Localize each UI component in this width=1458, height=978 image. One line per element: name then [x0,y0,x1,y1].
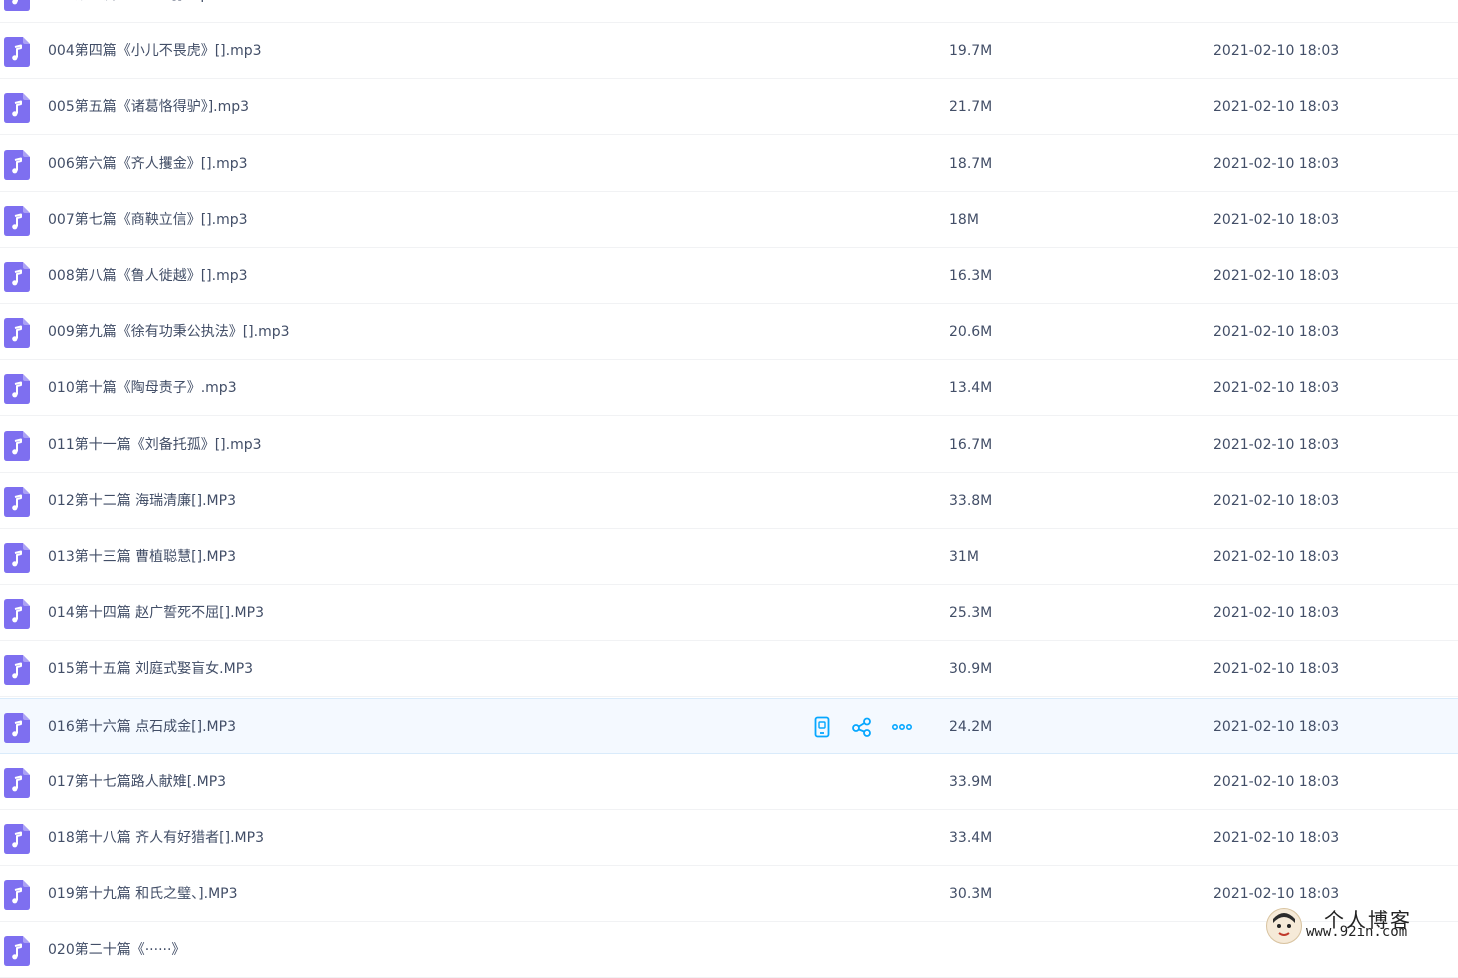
file-row[interactable]: 005第五篇《诸葛恪得驴》].mp3 21.7M 2021-02-10 18:03 [0,79,1458,135]
file-row[interactable]: 003第三篇《······》[].mp3 19.7M 2021-02-10 18:0… [0,0,1458,23]
audio-file-icon [4,37,30,67]
file-row[interactable]: 012第十二篇 海瑞清廉[].MP3 33.8M 2021-02-10 18:03 [0,473,1458,529]
audio-file-icon [4,0,30,11]
file-size: 19.7M [949,43,993,59]
file-modified-date: 2021-02-10 18:03 [1213,605,1340,621]
file-name[interactable]: 011第十一篇《刘备托孤》[].mp3 [48,417,262,473]
file-row[interactable]: 013第十三篇 曹植聪慧[].MP3 31M 2021-02-10 18:03 [0,529,1458,585]
file-name[interactable]: 019第十九篇 和氏之璧、].MP3 [48,866,238,922]
file-size: 19.7M [949,0,992,23]
file-name[interactable]: 012第十二篇 海瑞清廉[].MP3 [48,473,236,529]
file-size: 16.7M [949,437,993,453]
file-modified-date: 2021-02-10 18:03 [1213,830,1340,846]
file-row[interactable]: 009第九篇《徐有功秉公执法》[].mp3 20.6M 2021-02-10 18:… [0,304,1458,360]
file-row[interactable]: 019第十九篇 和氏之璧、].MP3 30.3M 2021-02-10 18:03 [0,866,1458,922]
file-row[interactable]: 017第十七篇路人献雉[.MP3 33.9M 2021-02-10 18:03 [0,754,1458,810]
file-name[interactable]: 017第十七篇路人献雉[.MP3 [48,754,226,810]
file-size: 30.9M [949,661,993,677]
audio-file-icon [4,713,30,743]
file-size: 13.4M [949,380,993,396]
file-modified-date: 2021-02-10 18:03 [1213,661,1340,677]
audio-file-icon [4,936,30,966]
file-modified-date: 2021-02-10 18:03 [1213,0,1339,23]
file-size: 18.7M [949,156,993,172]
watermark: 个人博客 www.92in.com [1264,906,1454,946]
file-row[interactable]: 020第二十篇《······》 [0,922,1458,978]
file-name[interactable]: 004第四篇《小儿不畏虎》[].mp3 [48,23,262,79]
file-name[interactable]: 009第九篇《徐有功秉公执法》[].mp3 [48,304,290,360]
audio-file-icon [4,150,30,180]
watermark-url: www.92in.com [1306,924,1408,940]
file-modified-date: 2021-02-10 18:03 [1213,380,1340,396]
file-name[interactable]: 010第十篇《陶母责子》.mp3 [48,360,237,416]
audio-file-icon [4,599,30,629]
phone-icon[interactable] [810,715,834,739]
file-row[interactable]: 006第六篇《齐人攫金》[].mp3 18.7M 2021-02-10 18:03 [0,136,1458,192]
file-name[interactable]: 006第六篇《齐人攫金》[].mp3 [48,136,248,192]
audio-file-icon [4,543,30,573]
file-modified-date: 2021-02-10 18:03 [1213,324,1340,340]
file-modified-date: 2021-02-10 18:03 [1213,99,1340,115]
file-name[interactable]: 007第七篇《商鞅立信》[].mp3 [48,192,248,248]
more-icon[interactable] [890,715,914,739]
audio-file-icon [4,768,30,798]
file-size: 31M [949,549,979,565]
file-name[interactable]: 003第三篇《······》[].mp3 [48,0,218,23]
file-name[interactable]: 014第十四篇 赵广誓死不屈[].MP3 [48,585,264,641]
file-modified-date: 2021-02-10 18:03 [1213,43,1340,59]
file-row[interactable]: 016第十六篇 点石成金[].MP3 24.2M 2021-02-10 18:03 [0,698,1458,754]
file-name[interactable]: 020第二十篇《······》 [48,922,185,978]
file-modified-date: 2021-02-10 18:03 [1213,493,1340,509]
file-modified-date: 2021-02-10 18:03 [1213,156,1340,172]
file-name[interactable]: 008第八篇《鲁人徙越》[].mp3 [48,248,248,304]
audio-file-icon [4,93,30,123]
file-name[interactable]: 018第十八篇 齐人有好猎者[].MP3 [48,810,264,866]
audio-file-icon [4,824,30,854]
file-row[interactable]: 015第十五篇 刘庭式娶盲女.MP3 30.9M 2021-02-10 18:03 [0,641,1458,697]
file-modified-date: 2021-02-10 18:03 [1213,212,1340,228]
file-name[interactable]: 005第五篇《诸葛恪得驴》].mp3 [48,79,249,135]
file-row[interactable]: 008第八篇《鲁人徙越》[].mp3 16.3M 2021-02-10 18:03 [0,248,1458,304]
watermark-avatar [1266,908,1302,944]
file-name[interactable]: 016第十六篇 点石成金[].MP3 [48,699,236,755]
file-modified-date: 2021-02-10 18:03 [1213,549,1340,565]
audio-file-icon [4,655,30,685]
file-size: 33.9M [949,774,993,790]
file-name[interactable]: 013第十三篇 曹植聪慧[].MP3 [48,529,236,585]
file-modified-date: 2021-02-10 18:03 [1213,719,1340,735]
file-row[interactable]: 010第十篇《陶母责子》.mp3 13.4M 2021-02-10 18:03 [0,360,1458,416]
share-icon[interactable] [850,715,874,739]
file-row[interactable]: 018第十八篇 齐人有好猎者[].MP3 33.4M 2021-02-10 18:0… [0,810,1458,866]
audio-file-icon [4,487,30,517]
file-size: 16.3M [949,268,993,284]
audio-file-icon [4,262,30,292]
file-modified-date: 2021-02-10 18:03 [1213,774,1340,790]
audio-file-icon [4,206,30,236]
audio-file-icon [4,431,30,461]
file-size: 24.2M [949,719,993,735]
file-size: 33.4M [949,830,993,846]
file-size: 18M [949,212,979,228]
audio-file-icon [4,318,30,348]
file-size: 21.7M [949,99,993,115]
file-row[interactable]: 011第十一篇《刘备托孤》[].mp3 16.7M 2021-02-10 18:03 [0,417,1458,473]
file-row[interactable]: 004第四篇《小儿不畏虎》[].mp3 19.7M 2021-02-10 18:03 [0,23,1458,79]
file-size: 25.3M [949,605,993,621]
file-row[interactable]: 014第十四篇 赵广誓死不屈[].MP3 25.3M 2021-02-10 18:0… [0,585,1458,641]
audio-file-icon [4,374,30,404]
file-size: 30.3M [949,886,993,902]
file-size: 33.8M [949,493,993,509]
file-name[interactable]: 015第十五篇 刘庭式娶盲女.MP3 [48,641,253,697]
file-modified-date: 2021-02-10 18:03 [1213,437,1340,453]
audio-file-icon [4,880,30,910]
file-row[interactable]: 007第七篇《商鞅立信》[].mp3 18M 2021-02-10 18:03 [0,192,1458,248]
file-size: 20.6M [949,324,993,340]
file-modified-date: 2021-02-10 18:03 [1213,268,1340,284]
